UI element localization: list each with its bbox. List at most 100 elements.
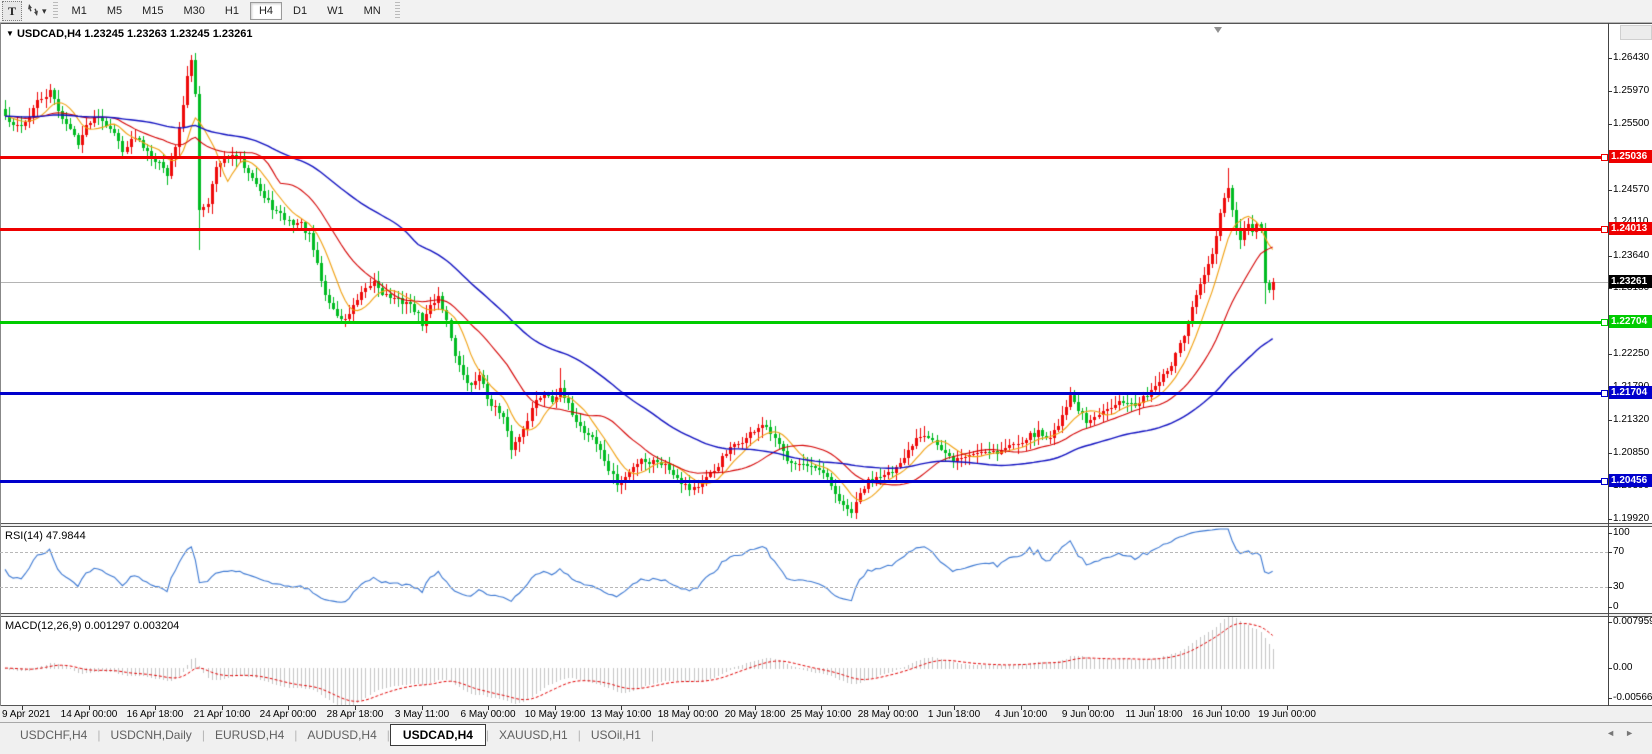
line-anchor xyxy=(1601,478,1608,485)
time-axis-line xyxy=(0,705,1652,706)
mt4-window: T ▾ M1M5M15M30H1H4D1W1MN ▼ USDCAD,H4 xyxy=(0,0,1652,754)
rsi-axis-tick xyxy=(1608,607,1612,608)
horizontal-line-1.25036[interactable] xyxy=(0,156,1608,159)
rsi-canvas[interactable] xyxy=(0,527,1652,613)
timeframe-button-d1[interactable]: D1 xyxy=(284,2,316,20)
status-strip xyxy=(0,747,1652,754)
macd-axis-tick xyxy=(1608,698,1612,699)
chart-symbol-label: USDCAD,H4 xyxy=(17,28,81,40)
price-tag: 1.25036 xyxy=(1609,150,1652,163)
rsi-label: RSI(14) 47.9844 xyxy=(5,530,86,542)
time-axis-label: 14 Apr 00:00 xyxy=(61,709,118,720)
price-axis-label: 1.20850 xyxy=(1613,447,1649,458)
time-axis-label: 1 Jun 18:00 xyxy=(928,709,980,720)
time-axis-label: 19 Jun 00:00 xyxy=(1258,709,1316,720)
price-tag: 1.22704 xyxy=(1609,315,1652,328)
chart-shift-marker[interactable] xyxy=(1214,27,1222,33)
timeframe-button-h4[interactable]: H4 xyxy=(250,2,282,20)
arrows-tool-button[interactable]: ▾ xyxy=(26,2,47,20)
chart-dropdown-icon[interactable]: ▼ xyxy=(6,29,14,38)
rsi-axis-tick xyxy=(1608,552,1612,553)
chart-corner-button[interactable] xyxy=(1620,25,1652,40)
time-axis-label: 10 May 19:00 xyxy=(525,709,586,720)
price-axis-tick xyxy=(1608,256,1612,257)
time-axis-label: 6 May 00:00 xyxy=(460,709,515,720)
horizontal-line-1.21704[interactable] xyxy=(0,392,1608,395)
chart-tab-audusd-h4[interactable]: AUDUSD,H4 xyxy=(297,725,386,745)
price-axis-label: 1.22250 xyxy=(1613,348,1649,359)
panel-border xyxy=(0,23,1652,24)
time-axis-label: 28 Apr 18:00 xyxy=(327,709,384,720)
text-tool-button[interactable]: T xyxy=(2,1,22,21)
candlestick-canvas[interactable] xyxy=(0,23,1652,523)
timeframe-button-mn[interactable]: MN xyxy=(355,2,390,20)
price-axis-tick xyxy=(1608,519,1612,520)
price-axis-tick xyxy=(1608,354,1612,355)
rsi-name: RSI(14) xyxy=(5,530,43,542)
line-anchor xyxy=(1601,154,1608,161)
chart-ohlc-values: 1.23245 1.23263 1.23245 1.23261 xyxy=(84,28,252,40)
timeframe-button-m30[interactable]: M30 xyxy=(175,2,214,20)
price-axis-tick xyxy=(1608,190,1612,191)
macd-axis-tick xyxy=(1608,668,1612,669)
macd-canvas[interactable] xyxy=(0,617,1652,705)
window-left-border xyxy=(0,23,1,706)
chart-tab-usdcnh-daily[interactable]: USDCNH,Daily xyxy=(100,725,201,745)
macd-axis-label: 0.00 xyxy=(1613,662,1632,673)
chart-tab-usoil-h1[interactable]: USOil,H1 xyxy=(581,725,651,745)
rsi-axis-label: 70 xyxy=(1613,546,1624,557)
chart-tab-xauusd-h1[interactable]: XAUUSD,H1 xyxy=(489,725,578,745)
price-axis-label: 1.19920 xyxy=(1613,513,1649,524)
time-axis-label: 24 Apr 00:00 xyxy=(260,709,317,720)
price-axis-tick xyxy=(1608,91,1612,92)
arrows-icon xyxy=(26,3,40,20)
toolbar: T ▾ M1M5M15M30H1H4D1W1MN xyxy=(0,0,1652,23)
time-axis-label: 28 May 00:00 xyxy=(858,709,919,720)
line-anchor xyxy=(1601,319,1608,326)
tab-scroll-arrows[interactable]: ◄► xyxy=(1606,728,1644,738)
panel-border xyxy=(0,526,1652,527)
panel-border xyxy=(0,523,1652,524)
price-axis-label: 1.25500 xyxy=(1613,118,1649,129)
macd-values: 0.001297 0.003204 xyxy=(84,620,179,632)
timeframe-button-m1[interactable]: M1 xyxy=(63,2,96,20)
price-axis-label: 1.21320 xyxy=(1613,414,1649,425)
rsi-value: 47.9844 xyxy=(46,530,86,542)
rsi-guide-line xyxy=(0,587,1608,588)
current-price-tag: 1.23261 xyxy=(1609,275,1652,288)
price-axis-tick xyxy=(1608,58,1612,59)
timeframe-button-w1[interactable]: W1 xyxy=(318,2,353,20)
toolbar-grip2 xyxy=(395,2,400,20)
macd-name: MACD(12,26,9) xyxy=(5,620,81,632)
toolbar-grip xyxy=(53,2,58,20)
rsi-axis-label: 100 xyxy=(1613,527,1630,538)
price-tag: 1.20456 xyxy=(1609,474,1652,487)
timeframe-button-m5[interactable]: M5 xyxy=(98,2,131,20)
time-axis-label: 20 May 18:00 xyxy=(725,709,786,720)
line-anchor xyxy=(1601,390,1608,397)
chart-tab-usdcad-h4[interactable]: USDCAD,H4 xyxy=(390,724,486,746)
time-axis-label: 4 Jun 10:00 xyxy=(995,709,1047,720)
rsi-axis-tick xyxy=(1608,533,1612,534)
tab-scroll-right-icon[interactable]: ► xyxy=(1625,728,1644,738)
line-anchor xyxy=(1601,226,1608,233)
rsi-guide-line xyxy=(0,552,1608,553)
horizontal-line-1.20456[interactable] xyxy=(0,480,1608,483)
chart-tab-eurusd-h4[interactable]: EURUSD,H4 xyxy=(205,725,294,745)
timeframe-button-m15[interactable]: M15 xyxy=(133,2,172,20)
time-axis-label: 9 Jun 00:00 xyxy=(1062,709,1114,720)
symbol-tab-bar: USDCHF,H4|USDCNH,Daily|EURUSD,H4|AUDUSD,… xyxy=(0,722,1652,747)
horizontal-line-1.24013[interactable] xyxy=(0,228,1608,231)
timeframe-button-h1[interactable]: H1 xyxy=(216,2,248,20)
price-axis-tick xyxy=(1608,124,1612,125)
chart-tab-usdchf-h4[interactable]: USDCHF,H4 xyxy=(10,725,97,745)
time-axis-label: 18 May 00:00 xyxy=(658,709,719,720)
time-axis-label: 25 May 10:00 xyxy=(791,709,852,720)
macd-label: MACD(12,26,9) 0.001297 0.003204 xyxy=(5,620,179,632)
tab-scroll-left-icon[interactable]: ◄ xyxy=(1606,728,1625,738)
tab-separator: | xyxy=(651,728,654,742)
panel-border xyxy=(0,613,1652,614)
chevron-down-icon: ▾ xyxy=(42,6,47,17)
rsi-axis-label: 30 xyxy=(1613,581,1624,592)
horizontal-line-1.22704[interactable] xyxy=(0,321,1608,324)
